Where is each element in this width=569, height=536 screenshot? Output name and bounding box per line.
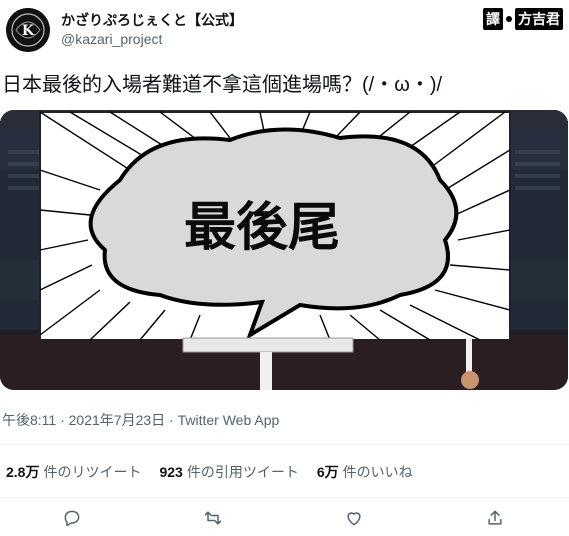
like-button[interactable] [341,505,367,531]
share-icon [488,510,502,525]
retweet-button[interactable] [200,505,226,531]
avatar-letter: K [22,23,35,39]
stadium-sign-photo: 最後尾 [0,110,568,390]
translator-badge: 譯 [483,8,503,30]
quotes-label: 件の引用ツイート [186,464,299,480]
divider [0,444,569,445]
reply-button[interactable] [59,505,85,531]
crest-logo-icon: K [6,8,50,52]
reply-icon [64,510,80,527]
likes-label: 件のいいね [342,464,413,480]
quotes-stat[interactable]: 923 件の引用ツイート [159,462,298,482]
translator-tag: 譯 方吉君 [483,8,563,30]
sign-text: 最後尾 [184,198,340,258]
retweets-count: 2.8万 [6,464,40,480]
share-button[interactable] [482,505,508,531]
retweet-icon [204,511,222,525]
divider [0,497,569,498]
separator-dot [506,16,512,22]
tweet-text: 日本最後的入場者難道不拿這個進場嗎？(/・ω・)/ [2,74,443,96]
likes-stat[interactable]: 6万 件のいいね [317,462,413,482]
tweet-media-image[interactable]: 最後尾 [0,110,568,390]
likes-count: 6万 [316,464,339,480]
heart-icon [347,512,361,526]
user-handle[interactable]: @kazari_project [61,31,162,47]
display-name[interactable]: かざりぷろじぇくと【公式】 [61,10,243,30]
retweets-stat[interactable]: 2.8万 件のリツイート [6,462,141,482]
translator-name: 方吉君 [515,8,563,30]
tweet-actions [0,505,569,535]
quotes-count: 923 [159,464,183,480]
tweet-header: K かざりぷろじぇくと【公式】 @kazari_project 譯 方吉君 [0,0,569,64]
engagement-stats: 2.8万 件のリツイート 923 件の引用ツイート 6万 件のいいね [6,462,413,482]
retweets-label: 件のリツイート [43,464,142,480]
avatar[interactable]: K [6,8,50,52]
tweet-timestamp[interactable]: 午後8:11 · 2021年7月23日 · Twitter Web App [2,410,279,430]
